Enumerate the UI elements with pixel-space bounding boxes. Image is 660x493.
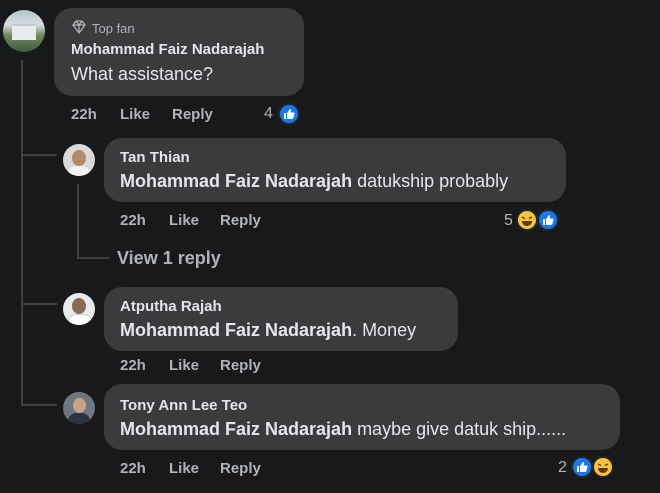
like-reaction-icon bbox=[571, 456, 593, 478]
thread-connector-2 bbox=[21, 303, 57, 305]
thread-line-main bbox=[21, 60, 23, 406]
like-reaction-icon bbox=[278, 103, 300, 125]
comment-text: What assistance? bbox=[71, 64, 214, 84]
like-button[interactable]: Like bbox=[169, 460, 199, 477]
reply-button[interactable]: Reply bbox=[172, 106, 213, 123]
reply-text: Mohammad Faiz Nadarajah datukship probab… bbox=[120, 171, 508, 192]
reply-time[interactable]: 22h bbox=[120, 357, 146, 374]
reaction-count[interactable]: 5 bbox=[504, 212, 513, 230]
avatar-face bbox=[72, 150, 86, 166]
mention[interactable]: Mohammad Faiz Nadarajah bbox=[120, 171, 352, 191]
reply-author[interactable]: Tony Ann Lee Teo bbox=[120, 397, 247, 414]
avatar-shirt bbox=[68, 314, 92, 325]
reply-bubble bbox=[104, 287, 458, 351]
mention[interactable]: Mohammad Faiz Nadarajah bbox=[120, 419, 352, 439]
reply-text: Mohammad Faiz Nadarajah. Money bbox=[120, 320, 416, 341]
like-button[interactable]: Like bbox=[120, 106, 150, 123]
reply-time[interactable]: 22h bbox=[120, 212, 146, 229]
thread-connector-1 bbox=[21, 154, 57, 156]
thread-connector-sub bbox=[77, 257, 109, 259]
reply-author[interactable]: Atputha Rajah bbox=[120, 298, 222, 315]
top-fan-badge: Top fan bbox=[92, 21, 135, 36]
avatar[interactable] bbox=[63, 392, 95, 424]
thread-line-sub bbox=[77, 184, 79, 258]
reply-text-body: maybe give datuk ship...... bbox=[352, 419, 567, 439]
reaction-count[interactable]: 4 bbox=[264, 105, 273, 123]
avatar[interactable] bbox=[63, 293, 95, 325]
avatar[interactable] bbox=[3, 10, 45, 52]
thread-connector-3 bbox=[21, 404, 57, 406]
avatar-shirt bbox=[68, 413, 90, 424]
avatar-face bbox=[72, 298, 86, 314]
haha-reaction-icon bbox=[592, 456, 614, 478]
reply-text-body: datukship probably bbox=[352, 171, 509, 191]
reply-bubble bbox=[104, 384, 620, 450]
reply-text-body: . Money bbox=[352, 320, 417, 340]
reply-button[interactable]: Reply bbox=[220, 357, 261, 374]
avatar-shirt bbox=[68, 166, 90, 176]
comment-author[interactable]: Mohammad Faiz Nadarajah bbox=[71, 41, 264, 58]
reaction-count[interactable]: 2 bbox=[558, 459, 567, 477]
haha-reaction-icon bbox=[516, 209, 538, 231]
diamond-icon bbox=[71, 20, 87, 34]
like-reaction-icon bbox=[537, 209, 559, 231]
like-button[interactable]: Like bbox=[169, 357, 199, 374]
mention[interactable]: Mohammad Faiz Nadarajah bbox=[120, 320, 352, 340]
reply-bubble bbox=[104, 138, 566, 202]
avatar-building bbox=[12, 24, 36, 40]
view-replies-link[interactable]: View 1 reply bbox=[117, 248, 221, 269]
avatar[interactable] bbox=[63, 144, 95, 176]
avatar-face bbox=[73, 398, 86, 413]
reply-button[interactable]: Reply bbox=[220, 212, 261, 229]
comment-time[interactable]: 22h bbox=[71, 106, 97, 123]
reply-text: Mohammad Faiz Nadarajah maybe give datuk… bbox=[120, 419, 566, 440]
reply-button[interactable]: Reply bbox=[220, 460, 261, 477]
like-button[interactable]: Like bbox=[169, 212, 199, 229]
reply-time[interactable]: 22h bbox=[120, 460, 146, 477]
reply-author[interactable]: Tan Thian bbox=[120, 149, 190, 166]
